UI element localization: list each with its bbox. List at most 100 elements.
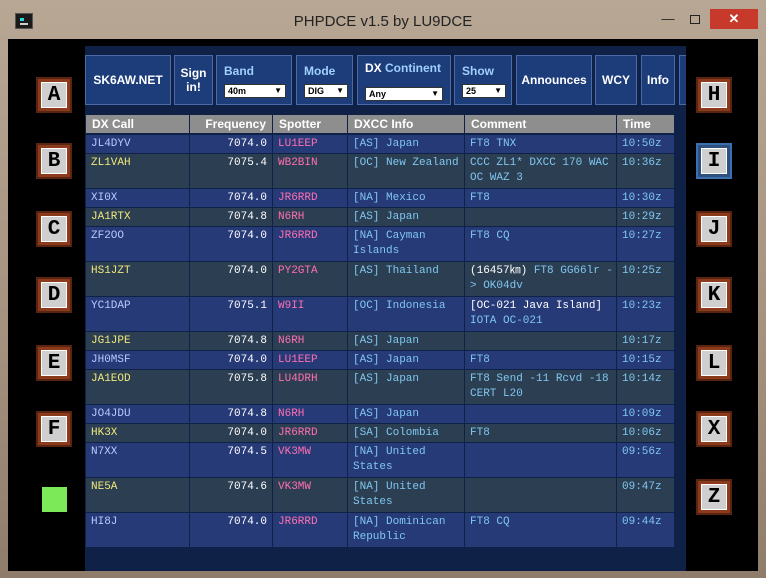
app-window: PHPDCE v1.5 by LU9DCE — ✕ A B C D E F H I J K L X Z… — [0, 0, 766, 578]
dx-call-cell[interactable]: JL4DYV — [86, 135, 189, 153]
mode-filter: Mode DIG ▼ — [296, 55, 353, 105]
announces-button[interactable]: Announces — [516, 55, 592, 105]
spotter-cell[interactable]: N6RH — [273, 208, 347, 226]
key-f-button[interactable]: F — [36, 411, 72, 447]
dx-call-cell[interactable]: JO4JDU — [86, 405, 189, 423]
dx-call-cell[interactable]: N7XX — [86, 443, 189, 477]
dx-call-cell[interactable]: HS1JZT — [86, 262, 189, 296]
spotter-cell[interactable]: LU4DRH — [273, 370, 347, 404]
dx-call-cell[interactable]: NE5A — [86, 478, 189, 512]
key-c-button[interactable]: C — [36, 211, 72, 247]
spotter-cell[interactable]: VK3MW — [273, 443, 347, 477]
dx-call-cell[interactable]: ZL1VAH — [86, 154, 189, 188]
more-button[interactable] — [679, 55, 686, 105]
key-label: X — [701, 416, 727, 442]
dxcc-info-cell: [AS] Thailand — [348, 262, 464, 296]
table-row[interactable]: ZF2OO 7074.0 JR6RRD [NA] Cayman Islands FT8 … — [86, 227, 686, 261]
band-filter: Band 40m ▼ — [216, 55, 292, 105]
key-k-button[interactable]: K — [696, 277, 732, 313]
time-text: 10:23z — [622, 300, 662, 312]
spotter-text: PY2GTA — [278, 265, 318, 277]
table-row[interactable]: XI0X 7074.0 JR6RRD [NA] Mexico FT8 10:30z — [86, 189, 686, 207]
spotter-cell[interactable]: W9II — [273, 297, 347, 331]
key-h-button[interactable]: H — [696, 77, 732, 113]
table-row[interactable]: NE5A 7074.6 VK3MW [NA] United States 09:47z — [86, 478, 686, 512]
column-header[interactable]: DXCC Info — [348, 115, 464, 133]
dxcc-info-cell: [OC] Indonesia — [348, 297, 464, 331]
column-header[interactable]: Spotter — [273, 115, 347, 133]
mode-select[interactable]: DIG ▼ — [304, 84, 348, 98]
dxcc-info-text: [OC] New Zealand — [353, 157, 459, 169]
dx-call-text: ZF2OO — [91, 230, 125, 242]
key-x-button[interactable]: X — [696, 411, 732, 447]
table-row[interactable]: JG1JPE 7074.8 N6RH [AS] Japan 10:17z — [86, 332, 686, 350]
time-text: 10:09z — [622, 408, 662, 420]
table-row[interactable]: HI8J 7074.0 JR6RRD [NA] Dominican Republic F… — [86, 513, 686, 547]
spotter-cell[interactable]: JR6RRD — [273, 189, 347, 207]
dx-call-cell[interactable]: YC1DAP — [86, 297, 189, 331]
key-a-button[interactable]: A — [36, 77, 72, 113]
spotter-cell[interactable]: WB2BIN — [273, 154, 347, 188]
spotter-cell[interactable]: JR6RRD — [273, 424, 347, 442]
wcy-button[interactable]: WCY — [595, 55, 637, 105]
spotter-cell[interactable]: N6RH — [273, 332, 347, 350]
mode-select-value: DIG — [308, 86, 325, 96]
key-b-button[interactable]: B — [36, 143, 72, 179]
spotter-cell[interactable]: LU1EEP — [273, 135, 347, 153]
table-row[interactable]: YC1DAP 7075.1 W9II [OC] Indonesia [OC-021 Ja… — [86, 297, 686, 331]
spotter-text: WB2BIN — [278, 157, 318, 169]
dx-call-cell[interactable]: ZF2OO — [86, 227, 189, 261]
spotter-cell[interactable]: JR6RRD — [273, 227, 347, 261]
dx-call-text: JH0MSF — [91, 354, 131, 366]
table-row[interactable]: N7XX 7074.5 VK3MW [NA] United States 09:56z — [86, 443, 686, 477]
table-row[interactable]: HS1JZT 7074.0 PY2GTA [AS] Thailand (16457㎞) … — [86, 262, 686, 296]
spotter-cell[interactable]: PY2GTA — [273, 262, 347, 296]
continent-select[interactable]: Any ▼ — [365, 87, 443, 101]
title-bar[interactable]: PHPDCE v1.5 by LU9DCE — ✕ — [0, 0, 766, 39]
time-cell: 09:44z — [617, 513, 674, 547]
table-row[interactable]: JH0MSF 7074.0 LU1EEP [AS] Japan FT8 10:15z — [86, 351, 686, 369]
dx-call-cell[interactable]: HI8J — [86, 513, 189, 547]
table-row[interactable]: ZL1VAH 7075.4 WB2BIN [OC] New Zealand CCC ZL… — [86, 154, 686, 188]
key-e-button[interactable]: E — [36, 345, 72, 381]
table-row[interactable]: JA1EOD 7075.8 LU4DRH [AS] Japan FT8 Send -11… — [86, 370, 686, 404]
spotter-cell[interactable]: LU1EEP — [273, 351, 347, 369]
column-header[interactable]: Comment — [465, 115, 616, 133]
table-row[interactable]: HK3X 7074.0 JR6RRD [SA] Colombia FT8 10:06z — [86, 424, 686, 442]
table-row[interactable]: JA1RTX 7074.8 N6RH [AS] Japan 10:29z — [86, 208, 686, 226]
site-button[interactable]: SK6AW.NET — [85, 55, 171, 105]
dx-call-cell[interactable]: XI0X — [86, 189, 189, 207]
maximize-button[interactable] — [682, 9, 708, 29]
time-cell: 09:47z — [617, 478, 674, 512]
key-label: I — [701, 148, 727, 174]
key-d-button[interactable]: D — [36, 277, 72, 313]
minimize-button[interactable]: — — [655, 9, 681, 29]
key-l-button[interactable]: L — [696, 345, 732, 381]
dx-call-cell[interactable]: JH0MSF — [86, 351, 189, 369]
key-z-button[interactable]: Z — [696, 479, 732, 515]
dx-call-cell[interactable]: JG1JPE — [86, 332, 189, 350]
table-row[interactable]: JO4JDU 7074.8 N6RH [AS] Japan 10:09z — [86, 405, 686, 423]
signin-button[interactable]: Sign in! — [174, 55, 213, 105]
show-select[interactable]: 25 ▼ — [462, 84, 506, 98]
dx-call-text: YC1DAP — [91, 300, 131, 312]
dx-call-cell[interactable]: HK3X — [86, 424, 189, 442]
dx-call-cell[interactable]: JA1RTX — [86, 208, 189, 226]
dxcc-info-cell: [NA] United States — [348, 478, 464, 512]
key-i-button[interactable]: I — [696, 143, 732, 179]
spotter-cell[interactable]: N6RH — [273, 405, 347, 423]
table-row[interactable]: JL4DYV 7074.0 LU1EEP [AS] Japan FT8 TNX 10:50… — [86, 135, 686, 153]
key-j-button[interactable]: J — [696, 211, 732, 247]
close-button[interactable]: ✕ — [710, 9, 758, 29]
time-cell: 09:56z — [617, 443, 674, 477]
time-cell: 10:23z — [617, 297, 674, 331]
column-header[interactable]: DX Call — [86, 115, 189, 133]
dx-call-cell[interactable]: JA1EOD — [86, 370, 189, 404]
spotter-cell[interactable]: VK3MW — [273, 478, 347, 512]
column-header[interactable]: Frequency — [190, 115, 272, 133]
comment-text: FT8 CQ — [470, 230, 510, 242]
info-button[interactable]: Info — [641, 55, 675, 105]
band-select[interactable]: 40m ▼ — [224, 84, 286, 98]
column-header[interactable]: Time — [617, 115, 674, 133]
spotter-cell[interactable]: JR6RRD — [273, 513, 347, 547]
